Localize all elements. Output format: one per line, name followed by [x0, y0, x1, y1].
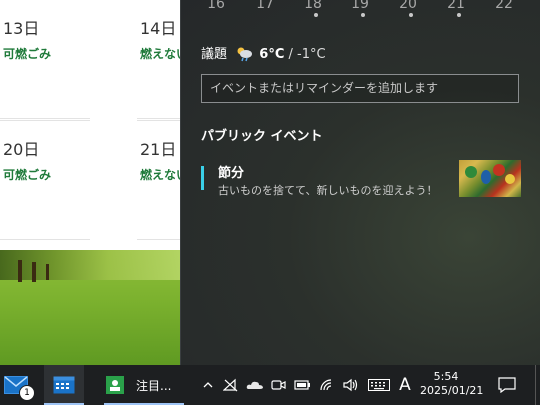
add-event-input[interactable]: イベントまたはリマインダーを追加します — [201, 74, 519, 103]
onedrive-icon — [246, 381, 263, 389]
clock-date: 2025/01/21 — [420, 384, 484, 397]
calendar-taskbar-button[interactable] — [44, 365, 84, 405]
tree-trunk — [46, 264, 49, 280]
mail-button[interactable]: 1 — [0, 365, 40, 405]
volume-button[interactable] — [340, 365, 362, 405]
calendar-icon — [53, 376, 75, 394]
temp-high: 6°C — [259, 47, 285, 62]
cloud-rain-sun-icon — [235, 46, 253, 66]
calendar-day-number: 20日 — [3, 140, 40, 159]
event-accent-bar — [201, 166, 204, 190]
agenda-label: 議題 — [201, 47, 228, 62]
show-hidden-icons-button[interactable] — [198, 365, 218, 405]
event-title: 節分 — [218, 166, 245, 181]
calendar-event-label[interactable]: 可燃ごみ — [3, 45, 51, 62]
calendar-event-label[interactable]: 燃えない — [140, 166, 180, 183]
clock-time: 5:54 — [433, 370, 459, 383]
touch-keyboard-button[interactable] — [366, 365, 392, 405]
battery-button[interactable] — [292, 365, 314, 405]
event-dot — [457, 13, 461, 17]
app-icon — [106, 376, 124, 394]
event-dot — [409, 13, 413, 17]
chevron-up-icon — [203, 382, 213, 388]
mail-badge: 1 — [19, 385, 35, 401]
calendar-app-window: 13日 可燃ごみ 14日 燃えない 20日 可燃ごみ 21日 燃えない — [0, 0, 180, 250]
calendar-day-number: 14日 — [140, 19, 177, 38]
wallpaper-trees — [0, 250, 180, 280]
keyboard-icon — [368, 379, 390, 391]
tree-trunk — [18, 260, 22, 282]
calendar-day-cell[interactable]: 20日 可燃ごみ — [0, 120, 90, 240]
calendar-day-cell[interactable]: 13日 可燃ごみ — [0, 0, 90, 119]
calendar-day-22[interactable]: 22 — [489, 0, 519, 12]
no-network-icon — [223, 378, 238, 392]
app-taskbar-button[interactable]: 注目... — [98, 365, 190, 405]
calendar-day-cell[interactable]: 14日 燃えない — [137, 0, 180, 119]
meet-now-button[interactable] — [268, 365, 290, 405]
wifi-icon — [320, 379, 332, 391]
show-desktop-divider[interactable] — [535, 365, 536, 405]
calendar-day-cell[interactable]: 21日 燃えない — [137, 120, 180, 240]
temp-low: -1°C — [297, 47, 326, 62]
calendar-flyout: 16 17 18 19 20 21 22 議題 6°C / -1°C イベントま… — [180, 0, 540, 365]
notification-center-button[interactable] — [492, 365, 522, 405]
tree-trunk — [32, 262, 36, 282]
desktop-wallpaper — [0, 250, 180, 365]
calendar-day-21[interactable]: 21 — [441, 0, 471, 12]
calendar-day-16[interactable]: 16 — [201, 0, 231, 12]
calendar-day-20[interactable]: 20 — [393, 0, 423, 12]
calendar-event-label[interactable]: 可燃ごみ — [3, 166, 51, 183]
network-status-button[interactable] — [220, 365, 242, 405]
calendar-day-17[interactable]: 17 — [250, 0, 280, 12]
battery-icon — [294, 380, 310, 390]
app-label: 注目... — [136, 379, 172, 393]
event-dot — [314, 13, 318, 17]
public-event-item[interactable]: 節分 古いものを捨てて、新しいものを迎えよう！ — [201, 160, 521, 200]
calendar-day-number: 13日 — [3, 19, 40, 38]
today-weather-row: 議題 6°C / -1°C — [201, 43, 326, 66]
wifi-button[interactable] — [316, 365, 338, 405]
calendar-day-number: 21日 — [140, 140, 177, 159]
calendar-day-18[interactable]: 18 — [298, 0, 328, 12]
taskbar: 1 注目... A 5:54 2025/01/21 — [0, 365, 540, 405]
temp-separator: / — [284, 47, 298, 62]
public-events-heading: パブリック イベント — [201, 129, 323, 144]
taskbar-clock[interactable]: 5:54 2025/01/21 — [420, 365, 484, 405]
calendar-event-label[interactable]: 燃えない — [140, 45, 180, 62]
volume-icon — [343, 378, 358, 392]
onedrive-button[interactable] — [244, 365, 266, 405]
event-dot — [361, 13, 365, 17]
event-subtitle: 古いものを捨てて、新しいものを迎えよう！ — [218, 184, 438, 197]
meet-now-icon — [271, 380, 286, 390]
calendar-day-19[interactable]: 19 — [345, 0, 375, 12]
event-thumbnail — [459, 160, 521, 197]
notification-icon — [498, 377, 516, 393]
ime-mode-button[interactable]: A — [394, 365, 416, 405]
